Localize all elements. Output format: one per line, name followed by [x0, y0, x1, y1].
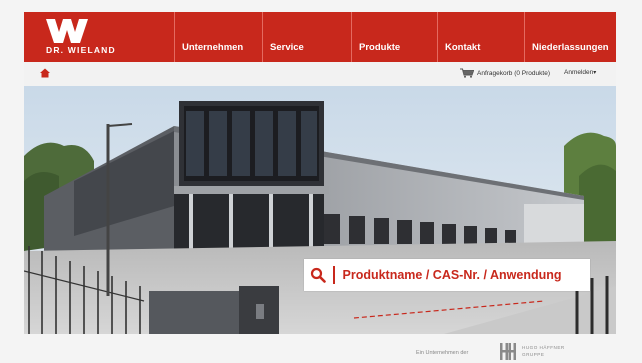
wieland-w-logo-icon: [46, 19, 88, 43]
search-icon[interactable]: [310, 267, 326, 283]
search-divider: [333, 266, 335, 284]
main-nav: Unternehmen Service Produkte Kontakt Nie…: [174, 12, 616, 62]
cart-label: Anfragekorb (0 Produkte): [477, 69, 550, 77]
home-icon[interactable]: [40, 68, 50, 78]
login-label: Anmelden: [564, 69, 594, 76]
login-dropdown[interactable]: Anmelden▾: [564, 69, 596, 76]
footer-company-text: Ein Unternehmen der: [416, 350, 469, 356]
nav-item-produkte[interactable]: Produkte: [351, 12, 437, 62]
nav-item-kontakt[interactable]: Kontakt: [437, 12, 524, 62]
hero-image: [24, 86, 616, 334]
utility-bar: Anfragekorb (0 Produkte) Anmelden▾: [24, 62, 616, 87]
search-placeholder: Produktname / CAS-Nr. / Anwendung: [342, 268, 562, 282]
inquiry-cart[interactable]: Anfragekorb (0 Produkte): [460, 68, 550, 78]
page-footer: Ein Unternehmen der HUGO HÄFFNER GRUPPE: [24, 334, 616, 363]
nav-item-unternehmen[interactable]: Unternehmen: [174, 12, 262, 62]
product-search-input[interactable]: Produktname / CAS-Nr. / Anwendung: [304, 259, 590, 291]
warehouse-building-photo: [24, 86, 616, 334]
brand-name: DR. WIELAND: [46, 45, 116, 55]
page: DR. WIELAND Unternehmen Service Produkte…: [0, 0, 642, 363]
caret-down-icon: ▾: [593, 70, 597, 76]
partner-name: HUGO HÄFFNER: [522, 345, 565, 350]
nav-item-niederlassungen[interactable]: Niederlassungen: [524, 12, 616, 62]
hugo-haeffner-logo-icon[interactable]: [500, 343, 516, 360]
site-header: DR. WIELAND Unternehmen Service Produkte…: [24, 12, 616, 62]
nav-item-service[interactable]: Service: [262, 12, 351, 62]
shopping-cart-icon: [460, 68, 474, 78]
brand-logo[interactable]: DR. WIELAND: [24, 12, 174, 62]
partner-group: GRUPPE: [522, 352, 545, 357]
